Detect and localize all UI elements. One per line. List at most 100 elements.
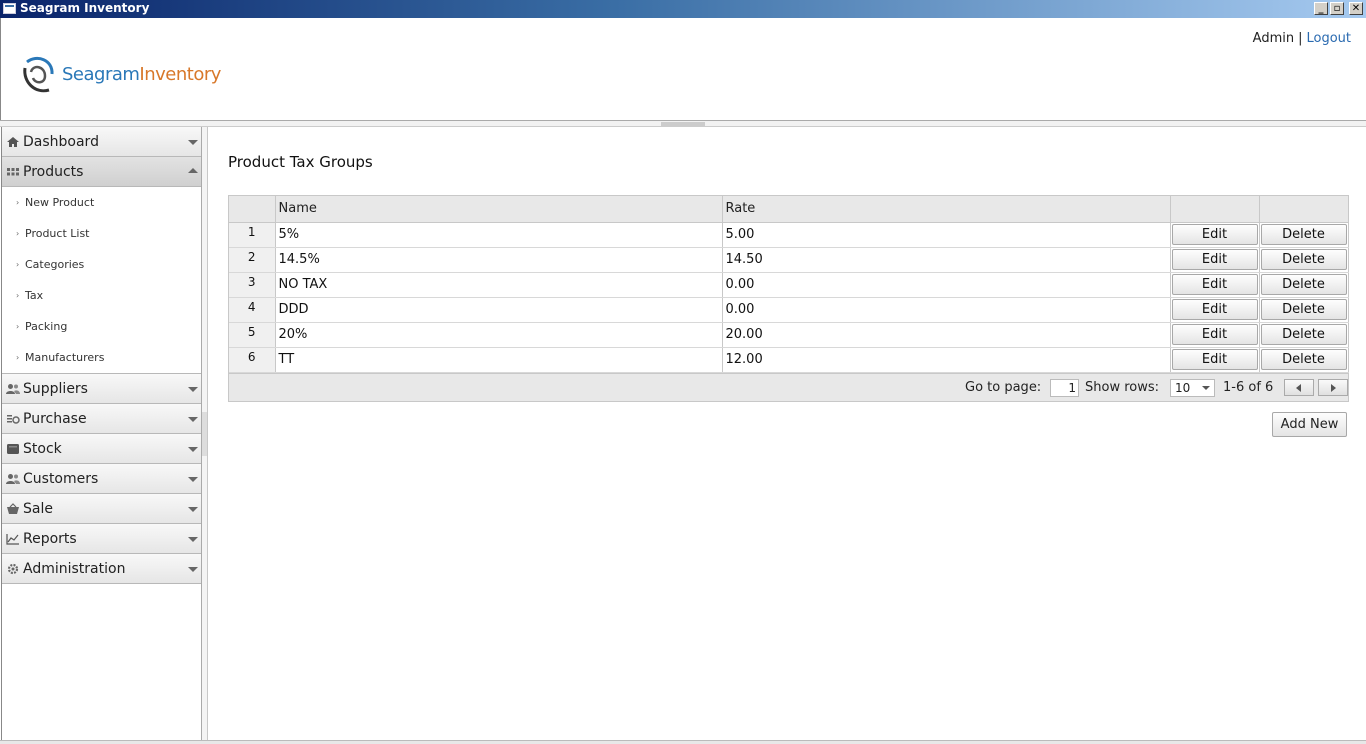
submenu-label: Packing bbox=[25, 320, 68, 333]
edit-button[interactable]: Edit bbox=[1171, 349, 1258, 370]
delete-button[interactable]: Delete bbox=[1260, 249, 1347, 270]
submenu-item-tax[interactable]: › Tax bbox=[2, 280, 201, 311]
cell-rate: 0.00 bbox=[722, 272, 1171, 298]
table-row[interactable]: 3 NO TAX 0.00 Edit Delete bbox=[229, 272, 1349, 298]
rows-per-page-select[interactable]: 10 bbox=[1170, 378, 1215, 397]
bullet-icon: › bbox=[16, 229, 20, 238]
logout-link[interactable]: Logout bbox=[1306, 31, 1351, 46]
bullet-icon: › bbox=[16, 353, 20, 362]
row-number: 5 bbox=[229, 322, 276, 348]
bullet-icon: › bbox=[16, 198, 20, 207]
chevron-down-icon bbox=[188, 477, 198, 482]
username-label: Admin bbox=[1252, 31, 1295, 46]
table-row[interactable]: 6 TT 12.00 Edit Delete bbox=[229, 347, 1349, 373]
restore-button[interactable]: ▫ bbox=[1330, 2, 1344, 15]
cell-name: 20% bbox=[275, 322, 723, 348]
cell-rate: 14.50 bbox=[722, 247, 1171, 273]
submenu-item-categories[interactable]: › Categories bbox=[2, 249, 201, 280]
table-row[interactable]: 1 5% 5.00 Edit Delete bbox=[229, 222, 1349, 248]
next-page-button[interactable] bbox=[1318, 378, 1348, 396]
cell-name: 14.5% bbox=[275, 247, 723, 273]
sidebar-item-administration[interactable]: Administration bbox=[2, 554, 201, 584]
delete-button[interactable]: Delete bbox=[1260, 224, 1347, 245]
user-bar: Admin | Logout bbox=[1253, 31, 1351, 46]
delete-button[interactable]: Delete bbox=[1260, 299, 1347, 320]
bullet-icon: › bbox=[16, 291, 20, 300]
row-number: 1 bbox=[229, 222, 276, 248]
table-row[interactable]: 2 14.5% 14.50 Edit Delete bbox=[229, 247, 1349, 273]
sidebar-item-sale[interactable]: Sale bbox=[2, 494, 201, 524]
splitter-grip[interactable] bbox=[202, 412, 207, 456]
column-header-index bbox=[229, 196, 276, 223]
row-number: 3 bbox=[229, 272, 276, 298]
edit-button[interactable]: Edit bbox=[1171, 249, 1258, 270]
table-row[interactable]: 5 20% 20.00 Edit Delete bbox=[229, 322, 1349, 348]
cell-rate: 12.00 bbox=[722, 347, 1171, 373]
row-number: 6 bbox=[229, 347, 276, 373]
sidebar-item-label: Dashboard bbox=[23, 134, 99, 150]
table-row[interactable]: 4 DDD 0.00 Edit Delete bbox=[229, 297, 1349, 323]
home-icon bbox=[7, 137, 19, 147]
logo-swirl-icon bbox=[23, 57, 54, 93]
box-icon bbox=[7, 444, 19, 454]
sidebar-item-products[interactable]: Products bbox=[2, 157, 201, 187]
submenu-item-new-product[interactable]: › New Product bbox=[2, 187, 201, 218]
submenu-label: Manufacturers bbox=[25, 351, 105, 364]
column-header-rate[interactable]: Rate bbox=[722, 196, 1171, 223]
submenu-item-product-list[interactable]: › Product List bbox=[2, 218, 201, 249]
cell-name: DDD bbox=[275, 297, 723, 323]
cell-name: TT bbox=[275, 347, 723, 373]
bullet-icon: › bbox=[16, 260, 20, 269]
sidebar-item-label: Reports bbox=[23, 531, 77, 547]
chevron-down-icon bbox=[1202, 385, 1210, 390]
splitter-grip[interactable] bbox=[661, 122, 705, 126]
edit-button[interactable]: Edit bbox=[1171, 324, 1258, 345]
sidebar-nav: Dashboard Products › New Product › Product… bbox=[1, 127, 202, 744]
edit-button[interactable]: Edit bbox=[1171, 274, 1258, 295]
edit-button[interactable]: Edit bbox=[1171, 224, 1258, 245]
sidebar-item-customers[interactable]: Customers bbox=[2, 464, 201, 494]
sidebar-item-purchase[interactable]: Purchase bbox=[2, 404, 201, 434]
app-icon bbox=[3, 3, 16, 14]
prev-page-button[interactable] bbox=[1284, 378, 1314, 396]
tax-groups-table: Name Rate 1 5% 5.00 Edit Delete 2 14.5% bbox=[228, 195, 1349, 402]
sidebar-splitter[interactable] bbox=[202, 127, 208, 744]
cell-name: 5% bbox=[275, 222, 723, 248]
submenu-item-packing[interactable]: › Packing bbox=[2, 311, 201, 342]
add-new-button[interactable]: Add New bbox=[1272, 412, 1347, 437]
column-header-delete bbox=[1259, 196, 1349, 223]
products-submenu: › New Product › Product List › Categories ›… bbox=[2, 187, 201, 374]
column-header-edit bbox=[1170, 196, 1260, 223]
column-header-name[interactable]: Name bbox=[275, 196, 723, 223]
delete-button[interactable]: Delete bbox=[1260, 274, 1347, 295]
sidebar-item-stock[interactable]: Stock bbox=[2, 434, 201, 464]
app-logo: SeagramInventory bbox=[19, 54, 229, 96]
cell-name: NO TAX bbox=[275, 272, 723, 298]
gear-icon bbox=[7, 563, 19, 575]
sidebar-item-dashboard[interactable]: Dashboard bbox=[2, 127, 201, 157]
minimize-button[interactable]: _ bbox=[1314, 2, 1328, 15]
chevron-down-icon bbox=[188, 567, 198, 572]
edit-button[interactable]: Edit bbox=[1171, 299, 1258, 320]
status-strip bbox=[0, 740, 1366, 744]
header-splitter[interactable] bbox=[0, 120, 1366, 127]
cell-rate: 0.00 bbox=[722, 297, 1171, 323]
delete-button[interactable]: Delete bbox=[1260, 324, 1347, 345]
submenu-item-manufacturers[interactable]: › Manufacturers bbox=[2, 342, 201, 373]
delete-button[interactable]: Delete bbox=[1260, 349, 1347, 370]
close-button[interactable]: ✕ bbox=[1349, 2, 1363, 15]
submenu-label: New Product bbox=[25, 196, 95, 209]
chevron-down-icon bbox=[188, 140, 198, 145]
submenu-label: Product List bbox=[25, 227, 90, 240]
bullet-icon: › bbox=[16, 322, 20, 331]
page-number-input[interactable]: 1 bbox=[1050, 378, 1079, 397]
sidebar-item-label: Suppliers bbox=[23, 381, 88, 397]
sidebar-item-reports[interactable]: Reports bbox=[2, 524, 201, 554]
user-separator: | bbox=[1298, 31, 1303, 46]
row-number: 4 bbox=[229, 297, 276, 323]
sidebar-item-label: Products bbox=[23, 164, 84, 180]
sidebar-item-label: Stock bbox=[23, 441, 62, 457]
go-to-page-label: Go to page: bbox=[965, 379, 1042, 395]
sidebar-item-suppliers[interactable]: Suppliers bbox=[2, 374, 201, 404]
users-icon bbox=[6, 474, 20, 484]
